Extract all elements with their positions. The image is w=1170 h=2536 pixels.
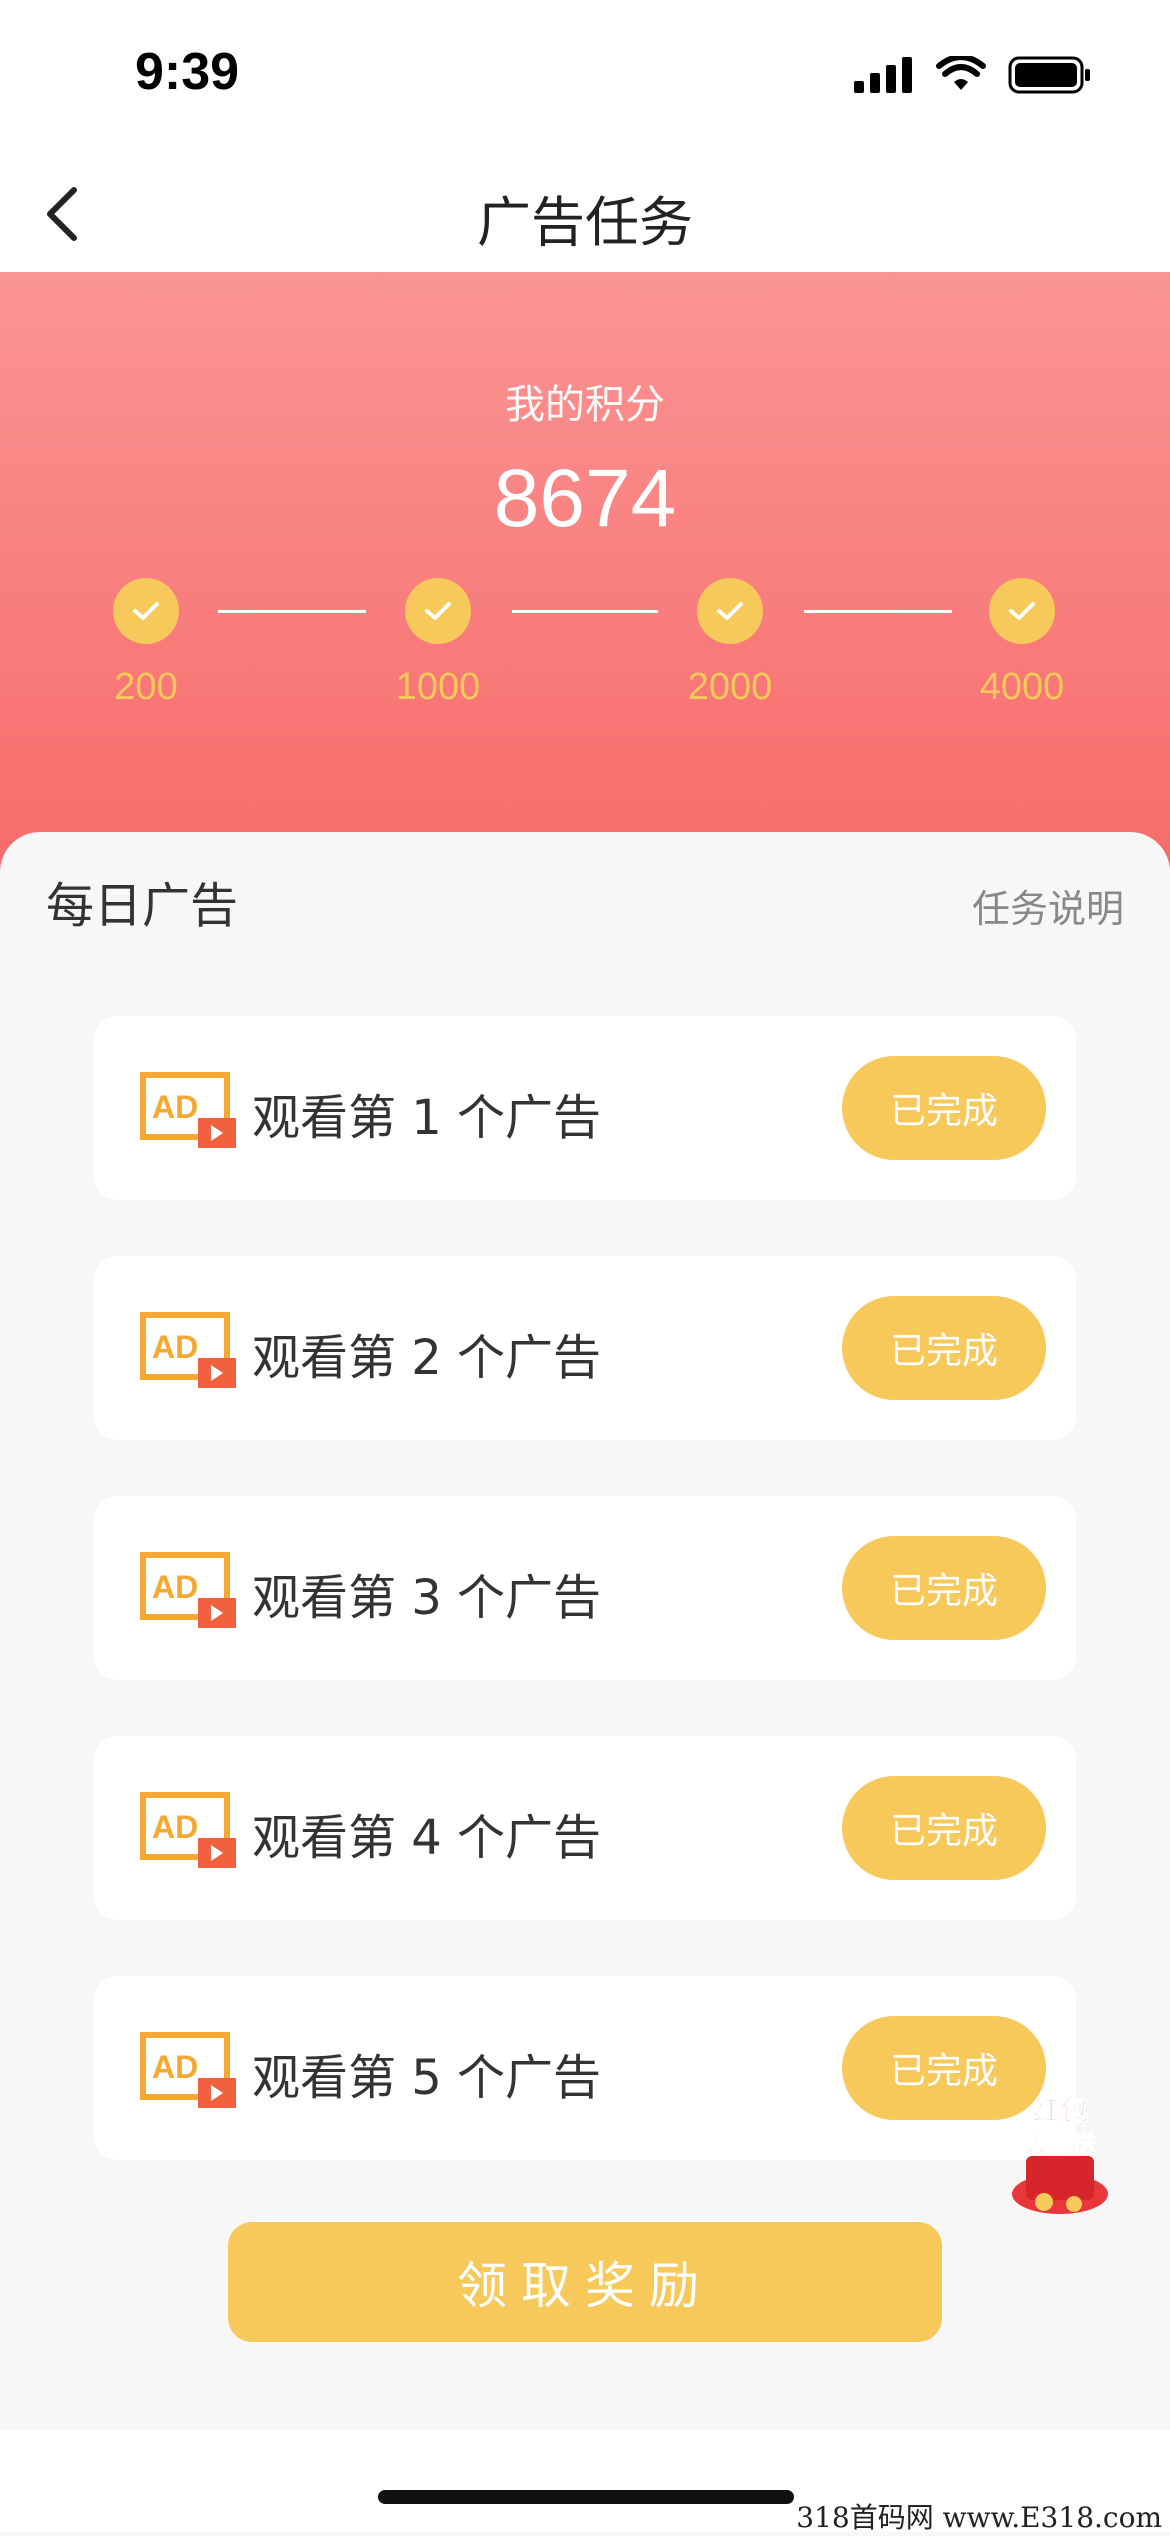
signal-icon (854, 57, 912, 93)
page-title: 广告任务 (477, 191, 693, 254)
ad-video-icon: AD (140, 1792, 236, 1868)
home-indicator[interactable] (378, 2490, 794, 2504)
milestone-2: 1000 (358, 578, 518, 709)
task-label: 观看第 5 个广告 (252, 2050, 602, 2106)
svg-text:AD: AD (152, 1089, 198, 1125)
check-icon (989, 578, 1055, 644)
nav-bar: 广告任务 (0, 150, 1170, 272)
watermark: 318首码网 www.E318.com (796, 2501, 1162, 2534)
task-label: 观看第 3 个广告 (252, 1570, 602, 1626)
task-info-link[interactable]: 任务说明 (972, 878, 1124, 933)
progress-line-1 (218, 610, 366, 613)
task-label: 观看第 4 个广告 (252, 1810, 602, 1866)
milestone-4: 4000 (942, 578, 1102, 709)
svg-text:AD: AD (152, 1329, 198, 1365)
svg-text:AD: AD (152, 2049, 198, 2085)
completed-button[interactable]: 已完成 (842, 1536, 1046, 1640)
claim-reward-button[interactable]: 领取奖励 (228, 2222, 942, 2342)
wifi-icon (936, 56, 986, 90)
points-label: 我的积分 (505, 382, 665, 428)
battery-icon (1008, 56, 1090, 94)
progress-line-2 (512, 610, 658, 613)
svg-text:AD: AD (152, 1569, 198, 1605)
completed-button[interactable]: 已完成 (842, 1296, 1046, 1400)
task-label: 观看第 1 个广告 (252, 1090, 602, 1146)
milestone-1: 200 (66, 578, 226, 709)
milestone-value: 4000 (979, 666, 1065, 708)
svg-text:AD: AD (152, 1809, 198, 1845)
milestone-3: 2000 (650, 578, 810, 709)
points-value: 8674 (493, 453, 677, 544)
ad-video-icon: AD (140, 1312, 236, 1388)
milestone-value: 1000 (395, 666, 481, 708)
task-card-4: AD 观看第 4 个广告 已完成 (94, 1736, 1076, 1920)
task-card-5: AD 观看第 5 个广告 已完成 (94, 1976, 1076, 2160)
milestone-value: 2000 (687, 666, 773, 708)
svg-text:红包: 红包 (1032, 2094, 1088, 2127)
progress-line-3 (804, 610, 952, 613)
check-icon (113, 578, 179, 644)
milestone-value: 200 (114, 666, 178, 708)
task-label: 观看第 2 个广告 (252, 1330, 602, 1386)
section-title: 每日广告 (46, 878, 239, 934)
ad-video-icon: AD (140, 2032, 236, 2108)
ad-video-icon: AD (140, 1552, 236, 1628)
task-card-1: AD 观看第 1 个广告 已完成 (94, 1016, 1076, 1200)
status-time: 9:39 (135, 43, 240, 101)
completed-button[interactable]: 已完成 (842, 1056, 1046, 1160)
task-card-2: AD 观看第 2 个广告 已完成 (94, 1256, 1076, 1440)
check-icon (405, 578, 471, 644)
svg-text:大派送: 大派送 (1024, 2130, 1097, 2158)
status-bar: 9:39 (0, 0, 1170, 150)
task-card-3: AD 观看第 3 个广告 已完成 (94, 1496, 1076, 1680)
check-icon (697, 578, 763, 644)
ad-video-icon: AD (140, 1072, 236, 1148)
red-packet-promo-icon[interactable]: 红包 大派送 (1000, 2090, 1120, 2220)
completed-button[interactable]: 已完成 (842, 1776, 1046, 1880)
status-icons (854, 56, 1092, 94)
points-header: 我的积分 8674 200 1000 2000 4000 (0, 272, 1170, 872)
